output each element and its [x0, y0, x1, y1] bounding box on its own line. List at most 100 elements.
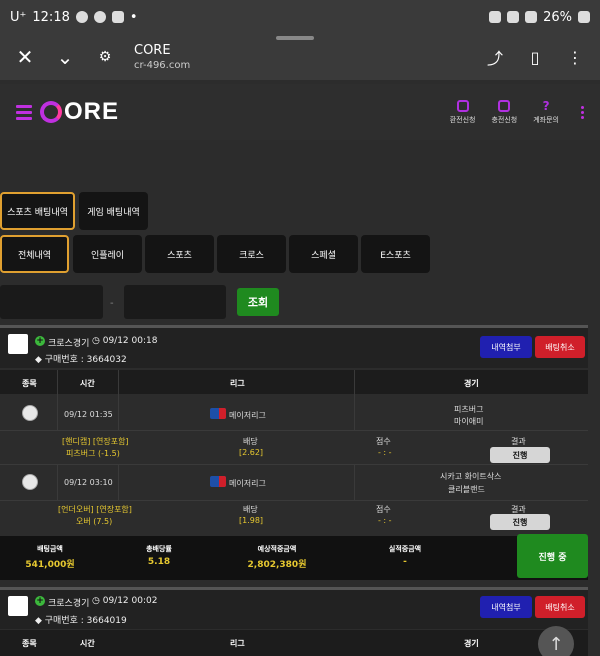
search-button[interactable]: 조회: [237, 288, 279, 316]
baseball-icon: [22, 474, 38, 490]
bet-summary: 배팅금액 541,000원 총배당률 5.18 예상적중금액 2,802,380…: [0, 536, 588, 580]
col-match: 경기: [464, 639, 479, 648]
total-odds-value: 5.18: [147, 557, 171, 567]
game-league: 메이저리그: [229, 411, 266, 420]
market-type: [핸디캡] [연장포함]: [62, 437, 129, 446]
messenger-icon: [75, 11, 88, 23]
close-icon[interactable]: ✕: [10, 42, 40, 72]
status-badge: 진행: [490, 514, 550, 530]
grid-line: [354, 464, 355, 500]
bookmark-icon[interactable]: ▯: [520, 42, 550, 72]
logo-text: ORE: [64, 98, 120, 125]
bet-checkbox[interactable]: [8, 334, 28, 354]
cancel-bet-button[interactable]: 배팅취소: [535, 596, 585, 618]
bet-checkbox[interactable]: [8, 596, 28, 616]
tab-sports-bets[interactable]: 스포츠 배팅내역: [0, 192, 75, 230]
game-league: 메이저리그: [229, 479, 266, 488]
page-root: U⁺ 12:18 • 26% ✕ ⌄ ⚙ CORE cr-496.com ⤴ ▯…: [0, 0, 600, 656]
filter-all[interactable]: 전체내역: [0, 235, 69, 273]
col-time: 시간: [80, 639, 95, 648]
bet-amount-value: 541,000원: [25, 560, 75, 570]
site-more-icon[interactable]: [581, 105, 584, 119]
start-date-input[interactable]: [0, 285, 103, 319]
grid-line: [0, 500, 588, 501]
question-icon: ?: [542, 98, 550, 113]
detail-attach-button[interactable]: 내역첨부: [480, 336, 532, 358]
alarm-icon: [489, 11, 502, 23]
col-type: 종목: [22, 379, 37, 388]
game-time: 09/12 03:10: [64, 478, 113, 487]
nav-withdraw[interactable]: 환전신청: [450, 99, 475, 125]
more-icon[interactable]: ⋮: [560, 42, 590, 72]
pick-value: 오버 (7.5): [76, 517, 113, 526]
chevron-down-icon[interactable]: ⌄: [50, 42, 80, 72]
score-value: - : -: [378, 448, 392, 457]
bet-card-header: + 크로스경기 ◷ 09/12 00:18 ◆ 구매번호 : 3664032 내…: [0, 325, 588, 368]
total-odds: 총배당률 5.18: [114, 544, 204, 567]
charge-icon: [498, 99, 511, 112]
team-home: 시카고 화이트삭스: [440, 472, 502, 481]
grid-line: [57, 370, 58, 430]
site-settings-icon[interactable]: ⚙: [90, 42, 120, 72]
share-icon[interactable]: ⤴: [480, 42, 510, 72]
nav-account[interactable]: ? 계좌문의: [533, 100, 559, 125]
odds-label: 배당: [243, 437, 258, 446]
battery-icon: [578, 11, 590, 23]
cancel-bet-button[interactable]: 배팅취소: [535, 336, 585, 358]
score-value: - : -: [378, 516, 392, 525]
status-bar: U⁺ 12:18 • 26%: [0, 0, 600, 34]
team-home: 피츠버그: [454, 405, 484, 414]
expected-win-value: 2,802,380원: [247, 560, 307, 570]
grid-line: [354, 370, 355, 430]
browser-toolbar: ✕ ⌄ ⚙ CORE cr-496.com ⤴ ▯ ⋮: [0, 34, 600, 80]
team-away: 마이애미: [454, 417, 484, 426]
actual-win: 실적중금액 -: [360, 544, 450, 567]
header-nav: 환전신청 충전신청 ? 계좌문의: [450, 99, 584, 125]
col-league: 리그: [230, 639, 245, 648]
bet-amount-label: 배팅금액: [37, 545, 63, 553]
progress-status-button[interactable]: 진행 중: [517, 534, 588, 578]
tab-game-bets[interactable]: 게임 배팅내역: [79, 192, 148, 230]
nav-charge[interactable]: 충전신청: [491, 99, 517, 125]
actual-win-value: -: [403, 557, 407, 567]
chat-icon: [93, 11, 106, 23]
odds-value: [2.62]: [239, 448, 264, 457]
pick-value: 피츠버그 (-1.5): [66, 449, 120, 458]
expected-win-label: 예상적중금액: [257, 545, 297, 553]
carrier-label: U⁺: [10, 9, 27, 25]
filter-cross[interactable]: 크로스: [217, 235, 286, 273]
team-away: 클리블랜드: [448, 485, 485, 494]
clock: 12:18: [32, 9, 70, 25]
instagram-icon: [111, 11, 124, 23]
table-header: 종목 시간 리그 경기: [0, 370, 588, 394]
bet-type: 크로스경기: [48, 339, 90, 349]
battery-percent: 26%: [543, 9, 572, 25]
drag-handle[interactable]: [276, 36, 314, 40]
filter-special[interactable]: 스페셜: [289, 235, 358, 273]
plus-icon: +: [35, 336, 45, 346]
nav-account-label: 계좌문의: [533, 115, 559, 124]
deposit-icon: [456, 99, 469, 112]
filter-esports[interactable]: E스포츠: [361, 235, 430, 273]
baseball-icon: [22, 405, 38, 421]
site-logo[interactable]: ORE: [40, 98, 119, 126]
url-box[interactable]: CORE cr-496.com: [134, 43, 190, 71]
grid-line: [118, 464, 119, 500]
bet-datetime: ◷ 09/12 00:18: [92, 336, 158, 346]
odds-value: [1.98]: [239, 516, 264, 525]
col-league: 리그: [230, 379, 245, 388]
detail-attach-button[interactable]: 내역첨부: [480, 596, 532, 618]
market-type: [언더오버] [연장포함]: [58, 505, 132, 514]
score-label: 점수: [376, 437, 391, 446]
end-date-input[interactable]: [124, 285, 226, 319]
menu-icon[interactable]: [16, 104, 32, 120]
col-match: 경기: [464, 379, 479, 388]
actual-win-label: 실적중금액: [388, 545, 422, 553]
bet-type: 크로스경기: [48, 599, 90, 609]
filter-sports[interactable]: 스포츠: [145, 235, 214, 273]
scroll-top-button[interactable]: ↑: [538, 626, 574, 656]
bet-card-header: + 크로스경기 ◷ 09/12 00:02 ◆ 구매번호 : 3664019 내…: [0, 587, 588, 629]
filter-inplay[interactable]: 인플레이: [73, 235, 142, 273]
col-time: 시간: [80, 379, 95, 388]
expected-win: 예상적중금액 2,802,380원: [232, 544, 322, 570]
